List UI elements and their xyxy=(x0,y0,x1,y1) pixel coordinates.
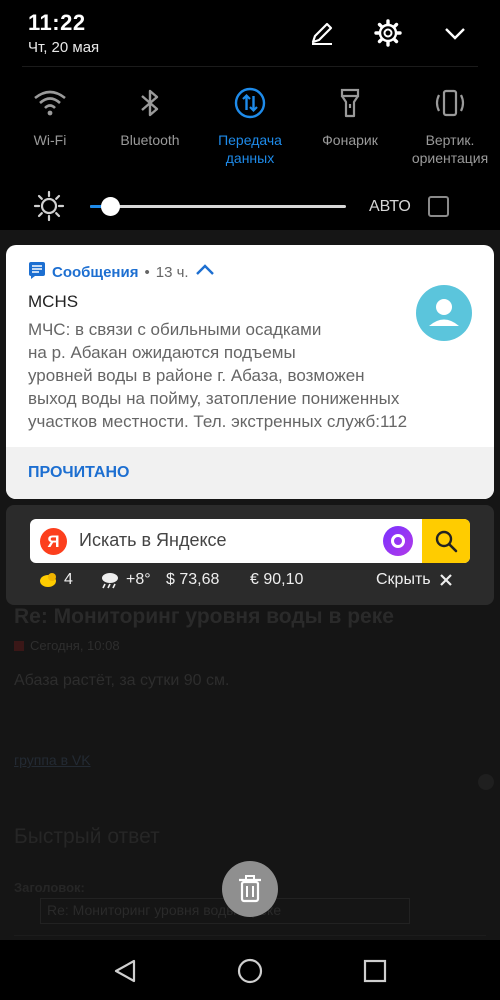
home-icon xyxy=(237,958,263,984)
background-post-meta: Сегодня, 10:08 xyxy=(14,638,120,653)
close-icon xyxy=(439,574,452,586)
traffic-icon xyxy=(40,573,56,587)
notification-actions: ПРОЧИТАНО xyxy=(6,447,494,499)
clear-notifications-button[interactable] xyxy=(222,861,278,917)
tile-label: Передача данных xyxy=(218,132,282,166)
background-post-date: Сегодня, 10:08 xyxy=(30,638,120,653)
hide-widget-button[interactable]: Скрыть xyxy=(376,571,453,589)
yandex-search-input[interactable]: Искать в Яндексе xyxy=(79,530,227,551)
quick-reply-heading: Быстрый ответ xyxy=(14,825,160,848)
rotation-lock-icon xyxy=(430,83,470,123)
brightness-slider[interactable] xyxy=(90,197,346,216)
yandex-search-bar[interactable]: Я Искать в Яндексе xyxy=(30,519,470,563)
messages-app-icon xyxy=(28,261,46,283)
notification-card[interactable]: Сообщения • 13 ч. MCHS МЧС: в связи с об… xyxy=(6,245,494,499)
tile-mobile-data[interactable]: Передача данных xyxy=(200,83,300,167)
clock: 11:22 xyxy=(28,10,86,35)
wifi-icon xyxy=(30,83,70,123)
traffic-score[interactable]: 4 xyxy=(38,571,73,589)
subject-label: Заголовок: xyxy=(14,880,85,895)
date: Чт, 20 мая xyxy=(28,39,100,56)
header-divider xyxy=(22,66,478,67)
tile-wifi[interactable]: Wi-Fi xyxy=(0,83,100,149)
auto-brightness-checkbox[interactable] xyxy=(428,196,449,217)
back-icon xyxy=(114,959,136,983)
contact-avatar-icon xyxy=(416,285,472,341)
background-post-text: Абаза растёт, за сутки 90 см. xyxy=(14,672,230,689)
alice-voice-icon[interactable] xyxy=(383,526,413,556)
chevron-up-icon[interactable] xyxy=(195,263,215,281)
auto-brightness-label: АВТО xyxy=(369,198,411,215)
notification-header: Сообщения • 13 ч. xyxy=(28,261,215,283)
tile-label: Фонарик xyxy=(322,132,378,148)
mark-read-button[interactable]: ПРОЧИТАНО xyxy=(28,464,129,482)
flashlight-icon xyxy=(330,83,370,123)
hide-label: Скрыть xyxy=(376,571,431,588)
widget-info-row: 4 +8° $ 73,68 € 90,10 Скрыть xyxy=(38,569,468,593)
notification-sender: MCHS xyxy=(28,292,79,311)
search-icon xyxy=(435,530,458,553)
chevron-down-icon[interactable] xyxy=(437,15,473,51)
rain-cloud-icon xyxy=(102,573,118,589)
home-button[interactable] xyxy=(237,958,263,984)
brightness-icon xyxy=(33,190,65,222)
weather[interactable]: +8° xyxy=(100,571,151,589)
weather-value: +8° xyxy=(126,571,151,588)
tile-label: Bluetooth xyxy=(120,132,180,148)
background-post-title: Re: Мониторинг уровня воды в реке xyxy=(14,605,394,628)
eur-rate[interactable]: € 90,10 xyxy=(250,571,303,589)
traffic-score-value: 4 xyxy=(64,571,73,588)
recents-button[interactable] xyxy=(362,958,388,984)
calendar-icon xyxy=(14,640,24,651)
notification-time: 13 ч. xyxy=(155,263,189,281)
trash-icon xyxy=(239,875,261,903)
tile-label: Wi-Fi xyxy=(33,132,67,148)
edit-icon[interactable] xyxy=(304,15,340,51)
brightness-slider-thumb[interactable] xyxy=(101,197,121,216)
tile-bluetooth[interactable]: Bluetooth xyxy=(100,83,200,149)
bluetooth-icon xyxy=(130,83,170,123)
yandex-widget: Я Искать в Яндексе 4 +8° $ 73,68 € 90,10… xyxy=(6,505,494,605)
notification-text: МЧС: в связи с обильными осадками на р. … xyxy=(28,320,408,431)
tile-label: Вертик. ориентация xyxy=(411,132,489,166)
separator: • xyxy=(144,263,150,281)
background-link: группа в VK xyxy=(14,752,91,768)
settings-gear-icon[interactable] xyxy=(370,15,406,51)
scroll-up-icon xyxy=(478,774,494,790)
mobile-data-icon xyxy=(230,83,270,123)
recents-icon xyxy=(363,959,387,983)
divider xyxy=(14,935,486,936)
tile-flashlight[interactable]: Фонарик xyxy=(300,83,400,149)
yandex-search-button[interactable] xyxy=(422,519,470,563)
usd-rate[interactable]: $ 73,68 xyxy=(166,571,219,589)
yandex-logo-icon: Я xyxy=(40,528,67,555)
back-button[interactable] xyxy=(112,958,138,984)
tile-rotation[interactable]: Вертик. ориентация xyxy=(400,83,500,167)
navigation-bar xyxy=(0,940,500,1000)
notification-app-name: Сообщения xyxy=(52,263,139,281)
